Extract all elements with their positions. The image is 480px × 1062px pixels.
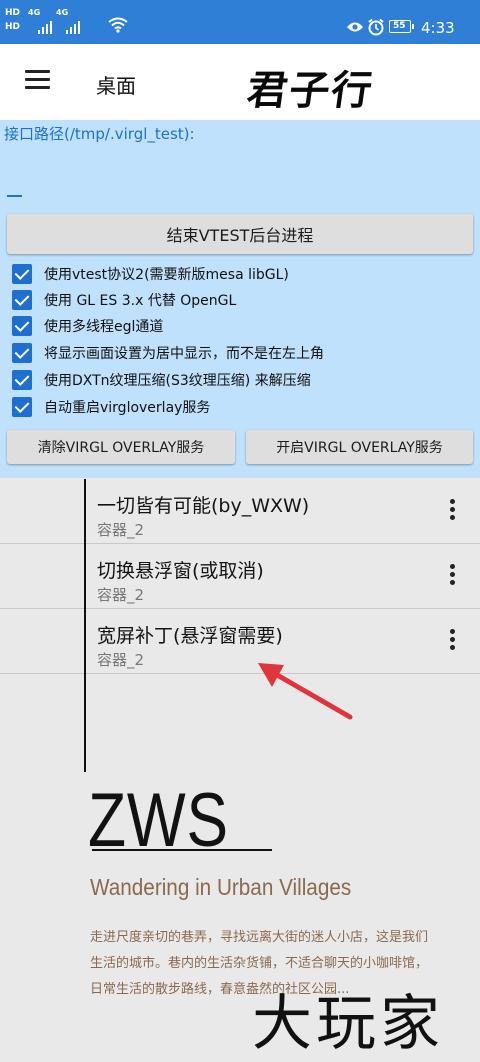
- option-label: 使用DXTn纹理压缩(S3纹理压缩) 来解压缩: [44, 373, 311, 389]
- eye-comfort-icon: [347, 22, 363, 32]
- item-subtitle: 容器_2: [97, 651, 145, 669]
- list-item[interactable]: 宽屏补丁(悬浮窗需要) 容器_2: [0, 609, 480, 674]
- path-input[interactable]: [4, 150, 476, 200]
- battery-icon: 55: [389, 20, 414, 33]
- item-subtitle: 容器_2: [97, 521, 145, 539]
- option-label: 自动重启virgloverlay服务: [44, 400, 211, 416]
- option-label: 将显示画面设置为居中显示，而不是在左上角: [44, 346, 324, 362]
- option-label: 使用多线程egl通道: [44, 319, 164, 335]
- option-label: 使用 GL ES 3.x 代替 OpenGL: [44, 293, 237, 309]
- option-vtest-protocol2[interactable]: 使用vtest协议2(需要新版mesa libGL): [12, 262, 289, 286]
- option-dxtn-compression[interactable]: 使用DXTn纹理压缩(S3纹理压缩) 来解压缩: [12, 368, 311, 392]
- status-bar: HD HD 4G 4G 55 4:33: [0, 0, 480, 44]
- brand-logo: 君子行: [244, 67, 377, 114]
- more-options-icon[interactable]: [447, 629, 459, 655]
- option-multithread-egl[interactable]: 使用多线程egl通道: [12, 314, 163, 338]
- item-title: 宽屏补丁(悬浮窗需要): [97, 625, 283, 647]
- stop-vtest-button[interactable]: 结束VTEST后台进程: [7, 214, 473, 254]
- more-options-icon[interactable]: [447, 499, 459, 525]
- checkbox-checked-icon[interactable]: [12, 370, 32, 390]
- vertical-divider: [84, 479, 86, 772]
- option-label: 使用vtest协议2(需要新版mesa libGL): [44, 267, 289, 283]
- network-type-2: 4G: [56, 8, 69, 17]
- battery-level: 55: [393, 21, 406, 31]
- page-title: 桌面: [96, 74, 136, 98]
- option-auto-restart[interactable]: 自动重启virgloverlay服务: [12, 395, 210, 419]
- app-bar: 桌面 君子行: [0, 44, 480, 120]
- sim2-label: HD: [5, 22, 21, 32]
- start-overlay-button[interactable]: 开启VIRGL OVERLAY服务: [246, 430, 473, 464]
- text-cursor: [7, 195, 22, 197]
- wifi-icon: [108, 17, 128, 33]
- network-type-1: 4G: [28, 8, 41, 17]
- item-subtitle: 容器_2: [97, 586, 145, 604]
- annotation-arrow-icon: [258, 663, 353, 720]
- watermark-underline: [92, 849, 272, 851]
- checkbox-checked-icon[interactable]: [12, 397, 32, 417]
- clear-overlay-button[interactable]: 清除VIRGL OVERLAY服务: [7, 430, 235, 464]
- more-options-icon[interactable]: [447, 564, 459, 590]
- option-gles3[interactable]: 使用 GL ES 3.x 代替 OpenGL: [12, 288, 236, 312]
- checkbox-checked-icon[interactable]: [12, 264, 32, 284]
- watermark-text-line: 生活的城市。巷内的生活杂货铺，不适合聊天的小咖啡馆，: [90, 956, 429, 971]
- item-title: 切换悬浮窗(或取消): [97, 560, 264, 582]
- list-item[interactable]: 一切皆有可能(by_WXW) 容器_2: [0, 479, 480, 544]
- watermark-subtitle: Wandering in Urban Villages: [90, 874, 352, 900]
- checkbox-checked-icon[interactable]: [12, 316, 32, 336]
- status-time: 4:33: [421, 19, 455, 37]
- signal-strength-1-icon: 4G: [28, 6, 54, 36]
- alarm-icon: [368, 18, 384, 36]
- path-label: 接口路径(/tmp/.virgl_test):: [4, 125, 195, 143]
- watermark-text-line: 走进尺度亲切的巷弄，寻找远离大街的迷人小店，这是我们: [90, 930, 429, 945]
- watermark-brand: 大玩家: [252, 989, 444, 1059]
- checkbox-checked-icon[interactable]: [12, 290, 32, 310]
- hamburger-menu-icon[interactable]: [25, 70, 50, 90]
- signal-strength-2-icon: 4G: [56, 6, 82, 36]
- item-title: 一切皆有可能(by_WXW): [97, 495, 310, 517]
- sim1-label: HD: [5, 8, 21, 18]
- list-item[interactable]: 切换悬浮窗(或取消) 容器_2: [0, 544, 480, 609]
- checkbox-checked-icon[interactable]: [12, 343, 32, 363]
- option-center-display[interactable]: 将显示画面设置为居中显示，而不是在左上角: [12, 341, 324, 365]
